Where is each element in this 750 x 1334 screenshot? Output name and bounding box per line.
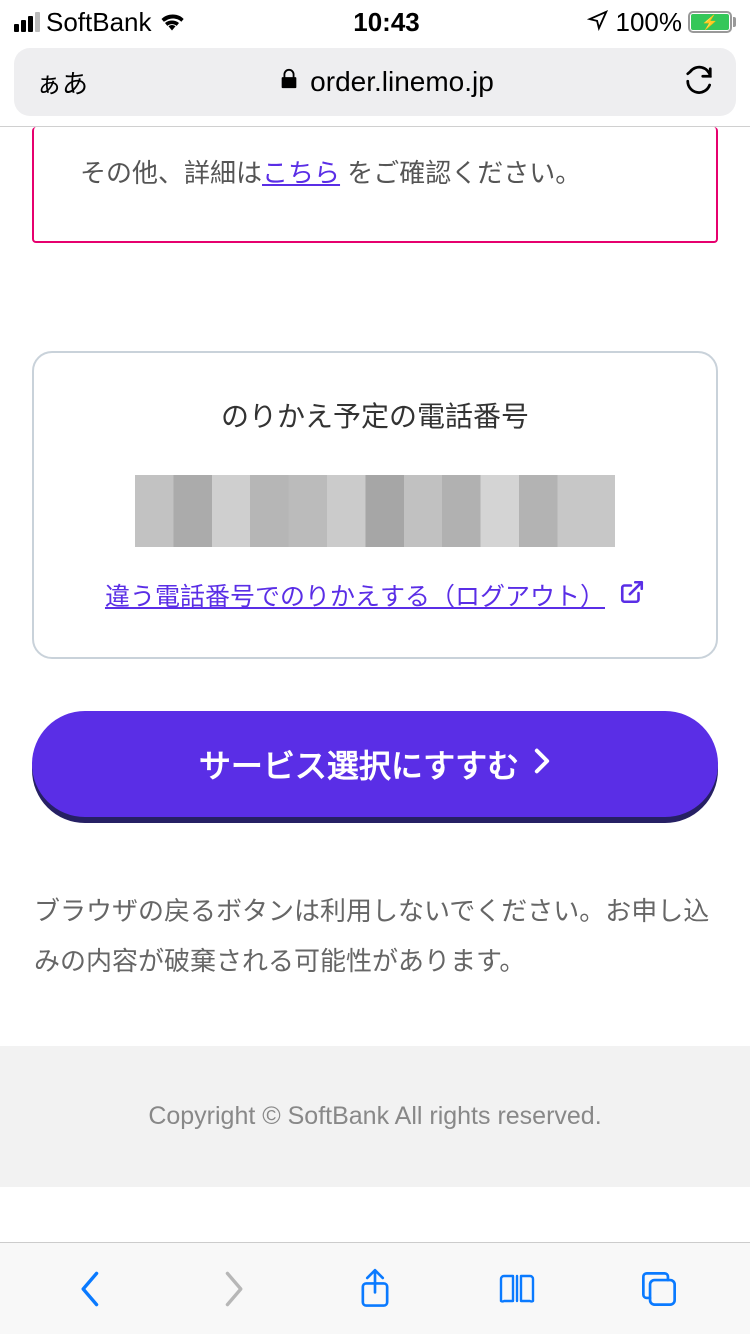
phone-card-title: のりかえ予定の電話番号: [60, 395, 690, 435]
logout-link-label: 違う電話番号でのりかえする（ログアウト）: [105, 577, 605, 613]
wifi-icon: [158, 7, 186, 38]
footer: Copyright © SoftBank All rights reserved…: [0, 1046, 750, 1187]
battery-icon: ⚡: [688, 11, 736, 33]
chevron-right-icon: [533, 748, 551, 781]
notice-text: その他、詳細はこちら をご確認ください。: [80, 151, 670, 195]
tabs-button[interactable]: [637, 1267, 681, 1311]
share-button[interactable]: [353, 1267, 397, 1311]
browser-chrome: ぁあ order.linemo.jp: [0, 44, 750, 127]
battery-percent: 100%: [615, 7, 682, 38]
cellular-signal-icon: [14, 12, 40, 32]
url-domain: order.linemo.jp: [310, 66, 494, 98]
clock: 10:43: [353, 7, 420, 38]
address-bar[interactable]: ぁあ order.linemo.jp: [14, 48, 736, 116]
bookmarks-button[interactable]: [495, 1267, 539, 1311]
notice-link[interactable]: こちら: [262, 158, 340, 188]
proceed-button-label: サービス選択にすすむ: [199, 741, 519, 787]
caution-text: ブラウザの戻るボタンは利用しないでください。お申し込みの内容が破棄される可能性が…: [32, 887, 718, 986]
forward-button[interactable]: [211, 1267, 255, 1311]
reload-button[interactable]: [684, 65, 714, 100]
location-icon: [587, 7, 609, 38]
external-link-icon: [619, 579, 645, 612]
phone-number-card: のりかえ予定の電話番号 違う電話番号でのりかえする（ログアウト）: [32, 351, 718, 659]
logout-link[interactable]: 違う電話番号でのりかえする（ログアウト）: [105, 577, 645, 613]
carrier-label: SoftBank: [46, 7, 152, 38]
phone-number-redacted: [135, 475, 615, 547]
notice-box: その他、詳細はこちら をご確認ください。: [32, 127, 718, 243]
reader-mode-button[interactable]: ぁあ: [36, 64, 88, 101]
safari-toolbar: [0, 1242, 750, 1334]
back-button[interactable]: [69, 1267, 113, 1311]
proceed-button[interactable]: サービス選択にすすむ: [32, 711, 718, 817]
lock-icon: [278, 66, 300, 98]
status-bar: SoftBank 10:43 100% ⚡: [0, 0, 750, 44]
copyright: Copyright © SoftBank All rights reserved…: [148, 1102, 601, 1130]
